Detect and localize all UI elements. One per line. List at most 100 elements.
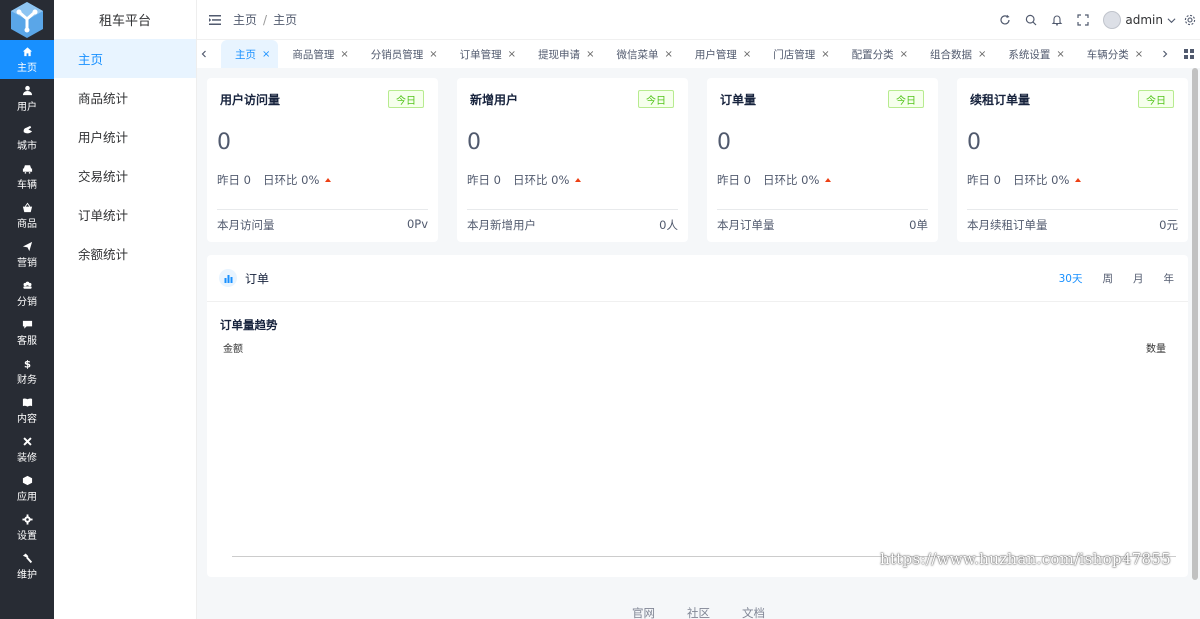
rail-item-city[interactable]: 城市	[0, 118, 54, 157]
rail-item-label: 城市	[17, 140, 37, 152]
close-icon[interactable]: ×	[978, 49, 986, 60]
rail-item-chat[interactable]: 客服	[0, 313, 54, 352]
close-icon[interactable]: ×	[586, 49, 594, 60]
rail-item-gear[interactable]: 设置	[0, 508, 54, 547]
tab-item[interactable]: 订单管理 ×	[446, 40, 524, 68]
rail-item-label: 用户	[17, 101, 37, 113]
platform-name: 租车平台	[98, 14, 151, 29]
yesterday-value: 昨日 0	[967, 173, 1001, 187]
group-icon	[22, 281, 32, 289]
tabs-scroll-left[interactable]	[197, 40, 211, 68]
username[interactable]: admin	[1125, 13, 1163, 27]
main-rail: 主页用户城市车辆 商品 营销分销客服 $ 财务内容装修 应用 设置 维护	[0, 0, 54, 619]
rail-item-user[interactable]: 用户	[0, 79, 54, 118]
avatar[interactable]	[1103, 11, 1122, 29]
rail-item-group[interactable]: 分销	[0, 274, 54, 313]
day-ratio: 日环比 0%	[262, 173, 320, 187]
app-logo[interactable]	[0, 0, 54, 40]
stat-card-value: 0	[967, 130, 981, 155]
rail-item-label: 分销	[17, 296, 37, 308]
range-month[interactable]: 月	[1133, 271, 1144, 286]
secondary-menu: 租车平台 主页 商品统计 用户统计 交易统计 订单统计 余额统计	[54, 0, 197, 619]
close-icon[interactable]: ×	[1135, 49, 1143, 60]
rail-item-dollar[interactable]: $ 财务	[0, 352, 54, 391]
close-icon[interactable]: ×	[1056, 49, 1064, 60]
page-scrollbar[interactable]	[1192, 68, 1198, 580]
settings-icon[interactable]	[1184, 14, 1196, 26]
car-icon	[22, 164, 32, 174]
tab-item[interactable]: 主页 ×	[221, 40, 279, 68]
close-icon[interactable]: ×	[508, 49, 516, 60]
bell-icon[interactable]	[1051, 14, 1063, 26]
rail-item-hammer[interactable]: 维护	[0, 547, 54, 586]
footer-link-docs[interactable]: 文档	[742, 605, 765, 619]
submenu-item-balance-stats[interactable]: 余额统计	[54, 234, 196, 273]
close-icon[interactable]: ×	[664, 49, 672, 60]
range-30-days[interactable]: 30天	[1059, 271, 1083, 286]
submenu-item-order-stats[interactable]: 订单统计	[54, 195, 196, 234]
footer-link-official[interactable]: 官网	[632, 605, 655, 619]
tab-item[interactable]: 用户管理 ×	[681, 40, 759, 68]
refresh-icon[interactable]	[999, 14, 1011, 26]
close-icon[interactable]: ×	[429, 49, 437, 60]
submenu-item-trade-stats[interactable]: 交易统计	[54, 156, 196, 195]
stat-card-title: 续租订单量	[970, 93, 1031, 107]
rail-item-send[interactable]: 营销	[0, 235, 54, 274]
chevron-down-icon[interactable]	[1167, 16, 1176, 25]
stat-card-value: 0	[217, 130, 231, 155]
rail-item-label: 内容	[17, 413, 37, 425]
menu-fold-icon[interactable]	[209, 14, 221, 26]
tab-label: 微信菜单	[616, 48, 659, 61]
rail-item-tools[interactable]: 装修	[0, 430, 54, 469]
search-icon[interactable]	[1025, 14, 1037, 26]
submenu-item-user-stats[interactable]: 用户统计	[54, 117, 196, 156]
tab-label: 车辆分类	[1086, 48, 1129, 61]
footer-link-community[interactable]: 社区	[687, 605, 710, 619]
tabs-menu-icon[interactable]	[1184, 49, 1194, 59]
rail-item-car[interactable]: 车辆	[0, 157, 54, 196]
rail-item-home[interactable]: 主页	[0, 40, 54, 79]
user-icon	[22, 85, 32, 95]
range-week[interactable]: 周	[1103, 271, 1114, 286]
today-badge: 今日	[1138, 90, 1174, 108]
breadcrumb-separator: /	[263, 12, 268, 27]
month-label: 本月访问量	[217, 218, 275, 232]
tab-label: 主页	[235, 48, 256, 61]
tab-item[interactable]: 系统设置 ×	[994, 40, 1072, 68]
tab-label: 分销员管理	[370, 48, 424, 61]
submenu-item-home[interactable]: 主页	[54, 39, 196, 78]
tab-item[interactable]: 车辆分类 ×	[1073, 40, 1151, 68]
trend-up-icon	[1075, 178, 1082, 182]
tab-item[interactable]: 分销员管理 ×	[357, 40, 446, 68]
close-icon[interactable]: ×	[743, 49, 751, 60]
tab-item[interactable]: 组合数据 ×	[916, 40, 994, 68]
svg-text:$: $	[23, 359, 30, 368]
rail-item-cube[interactable]: 应用	[0, 469, 54, 508]
tab-item[interactable]: 提现申请 ×	[524, 40, 602, 68]
submenu-item-goods-stats[interactable]: 商品统计	[54, 78, 196, 117]
close-icon[interactable]: ×	[900, 49, 908, 60]
tab-label: 系统设置	[1008, 48, 1051, 61]
close-icon[interactable]: ×	[262, 49, 270, 60]
yesterday-value: 昨日 0	[217, 173, 251, 187]
breadcrumb-item[interactable]: 主页	[233, 11, 257, 28]
tab-item[interactable]: 配置分类 ×	[838, 40, 916, 68]
stat-card-footer: 本月续租订单量 0元	[967, 217, 1178, 233]
tab-list: 主页 × 商品管理 × 分销员管理 × 订单管理 × 提现申请 × 微信菜单 × 用户管理 × 门店管理 × 配…	[221, 40, 1161, 68]
order-panel: 订单 30天 周 月 年 订单量趋势 金额 数量	[207, 255, 1188, 577]
tab-label: 订单管理	[459, 48, 502, 61]
fullscreen-icon[interactable]	[1077, 14, 1089, 26]
close-icon[interactable]: ×	[340, 49, 348, 60]
tab-item[interactable]: 微信菜单 ×	[602, 40, 680, 68]
tab-item[interactable]: 商品管理 ×	[278, 40, 356, 68]
range-year[interactable]: 年	[1164, 271, 1175, 286]
close-icon[interactable]: ×	[821, 49, 829, 60]
rail-item-book[interactable]: 内容	[0, 391, 54, 430]
tab-label: 用户管理	[694, 48, 737, 61]
breadcrumb: 主页 / 主页	[233, 11, 297, 28]
rail-item-goods[interactable]: 商品	[0, 196, 54, 235]
tabs-scroll-right[interactable]	[1158, 40, 1172, 68]
trend-up-icon	[825, 178, 832, 182]
stat-card: 用户访问量 今日 0 昨日 0 日环比 0% 本月访问量 0Pv	[207, 78, 438, 242]
tab-item[interactable]: 门店管理 ×	[759, 40, 837, 68]
